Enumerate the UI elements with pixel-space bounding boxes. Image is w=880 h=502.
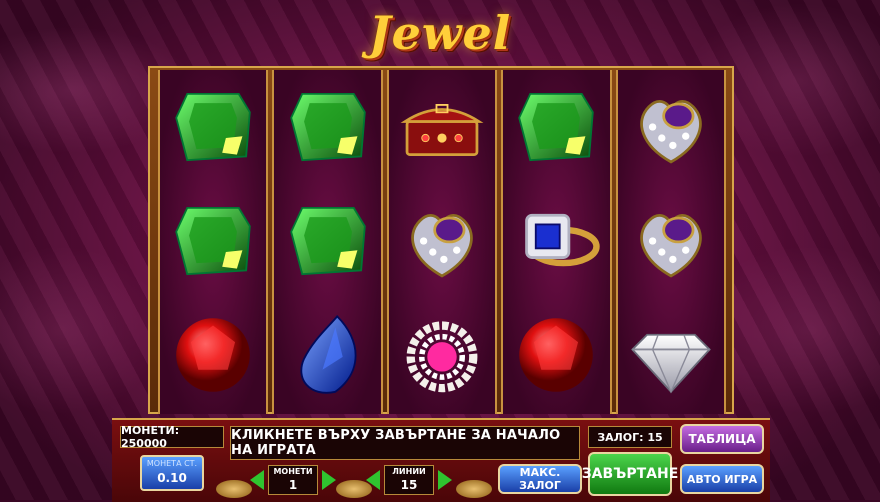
spin-button[interactable]: ЗАВЪРТАНЕ xyxy=(582,452,678,496)
ornament-center xyxy=(336,480,372,498)
coin-value-label: МОНЕТА СТ. xyxy=(146,459,198,468)
paytable-button[interactable]: ТАБЛИЦА xyxy=(680,424,764,454)
reel-3 xyxy=(386,70,498,414)
status-message: КЛИКНЕТЕ ВЪРХУ ЗАВЪРТАНЕ ЗА НАЧАЛО НА ИГ… xyxy=(230,426,580,460)
coins-decrease-button[interactable] xyxy=(250,470,264,490)
diamond-symbol xyxy=(618,298,724,412)
ruby-symbol xyxy=(160,298,266,412)
reel-4 xyxy=(501,70,612,414)
autoplay-button[interactable]: АВТО ИГРА xyxy=(680,464,764,494)
ornament-left xyxy=(216,480,252,498)
game-logo: Jewel Box xyxy=(368,6,512,122)
emerald-symbol xyxy=(503,70,609,184)
reel-5 xyxy=(615,70,727,414)
ornament-right xyxy=(456,480,492,498)
lines-increase-button[interactable] xyxy=(438,470,452,490)
amethyst-brooch-symbol xyxy=(618,184,724,298)
sapphire-ring-symbol xyxy=(503,184,609,298)
emerald-symbol xyxy=(160,70,266,184)
reels xyxy=(158,70,727,414)
pearl-necklace-symbol xyxy=(389,298,495,412)
amethyst-brooch-symbol xyxy=(389,184,495,298)
coin-value: 0.10 xyxy=(157,471,187,485)
coins-box: МОНЕТИ 1 xyxy=(268,465,318,495)
coins-label: МОНЕТИ xyxy=(273,467,313,476)
ruby-symbol xyxy=(503,298,609,412)
bet-display: ЗАЛОГ: 15 xyxy=(588,426,672,448)
amethyst-brooch-symbol xyxy=(618,70,724,184)
emerald-symbol xyxy=(274,70,380,184)
lines-box: ЛИНИИ 15 xyxy=(384,465,434,495)
lines-value: 15 xyxy=(400,478,418,492)
emerald-symbol xyxy=(274,184,380,298)
coins-increase-button[interactable] xyxy=(322,470,336,490)
emerald-symbol xyxy=(160,184,266,298)
jewel-box-symbol xyxy=(389,70,495,184)
max-bet-button[interactable]: МАКС. ЗАЛОГ xyxy=(498,464,582,494)
sapphire-symbol xyxy=(274,298,380,412)
coins-value: 1 xyxy=(288,478,298,492)
coins-stepper: МОНЕТИ 1 xyxy=(250,465,336,495)
lines-stepper: ЛИНИИ 15 xyxy=(366,465,452,495)
lines-label: ЛИНИИ xyxy=(392,467,426,476)
coin-value-button[interactable]: МОНЕТА СТ. 0.10 xyxy=(140,455,204,491)
reel-2 xyxy=(272,70,383,414)
coins-balance: МОНЕТИ: 250000 xyxy=(120,424,224,450)
reel-1 xyxy=(158,70,269,414)
